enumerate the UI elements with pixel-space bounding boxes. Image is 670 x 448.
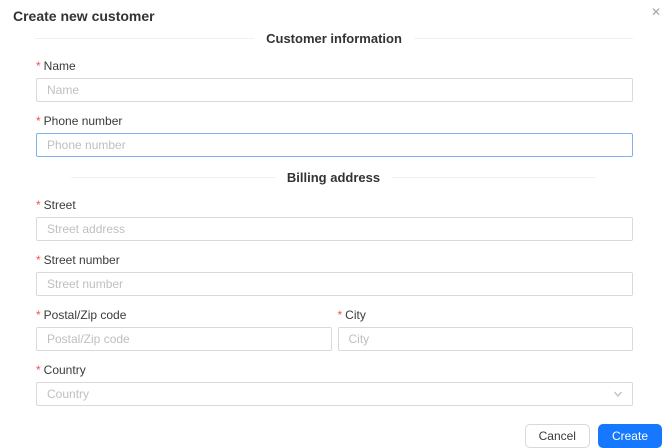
street-number-field-group: * Street number <box>36 253 633 296</box>
street-number-label: Street number <box>43 253 120 267</box>
city-label: City <box>345 308 366 322</box>
country-label-row: * Country <box>36 363 633 378</box>
street-number-input[interactable] <box>36 272 633 296</box>
modal-header: Create new customer ✕ <box>0 0 670 24</box>
chevron-down-icon <box>613 391 623 398</box>
divider-line <box>392 177 597 178</box>
street-field-group: * Street <box>36 198 633 241</box>
required-asterisk: * <box>36 198 41 212</box>
required-asterisk: * <box>36 308 41 322</box>
city-input[interactable] <box>337 327 633 351</box>
close-button[interactable]: ✕ <box>647 3 665 21</box>
create-customer-modal: Create new customer ✕ Customer informati… <box>0 0 670 448</box>
name-field-group: * Name <box>36 59 633 102</box>
divider-line <box>413 38 634 39</box>
customer-form: *Name *Phone number Billing address *Str… <box>0 59 670 406</box>
phone-label: Phone number <box>43 114 123 128</box>
country-select[interactable]: Country <box>36 382 633 406</box>
postal-city-row: *Postal/Zip code *City <box>36 308 633 363</box>
name-label: Name <box>43 59 76 73</box>
country-select-placeholder: Country <box>47 387 90 401</box>
section-divider-customer-information: Customer information <box>35 30 634 47</box>
country-label: Country <box>43 363 86 377</box>
divider-line <box>35 38 255 39</box>
name-label-row: * Name <box>36 59 633 74</box>
postal-field-group: * Postal/Zip code <box>36 308 332 351</box>
section-divider-billing-address: Billing address <box>71 169 597 186</box>
city-field-group: * City <box>337 308 634 351</box>
name-input[interactable] <box>36 78 633 102</box>
phone-field-group: * Phone number <box>36 114 633 157</box>
close-icon: ✕ <box>650 5 662 19</box>
city-label-row: * City <box>338 308 634 323</box>
phone-input[interactable] <box>36 133 633 157</box>
postal-input[interactable] <box>36 327 332 351</box>
modal-title: Create new customer <box>13 8 155 24</box>
divider-line <box>71 177 275 178</box>
cancel-button[interactable]: Cancel <box>524 424 590 448</box>
create-button[interactable]: Create <box>597 424 662 448</box>
street-input[interactable] <box>36 217 633 241</box>
street-number-label-row: * Street number <box>36 253 633 268</box>
required-asterisk: * <box>36 253 41 267</box>
required-asterisk: * <box>36 363 41 377</box>
phone-label-row: * Phone number <box>36 114 633 129</box>
section-title-billing-address: Billing address <box>286 170 381 185</box>
street-label: Street <box>43 198 76 212</box>
required-asterisk: * <box>337 308 343 322</box>
street-label-row: * Street <box>36 198 633 213</box>
section-title-customer-information: Customer information <box>266 31 402 46</box>
postal-label-row: * Postal/Zip code <box>36 308 332 323</box>
country-field-group: * Country Country <box>36 363 633 406</box>
postal-label: Postal/Zip code <box>43 308 127 322</box>
required-asterisk: * <box>36 59 41 73</box>
modal-footer: Cancel Create <box>0 424 670 448</box>
required-asterisk: * <box>36 114 41 128</box>
